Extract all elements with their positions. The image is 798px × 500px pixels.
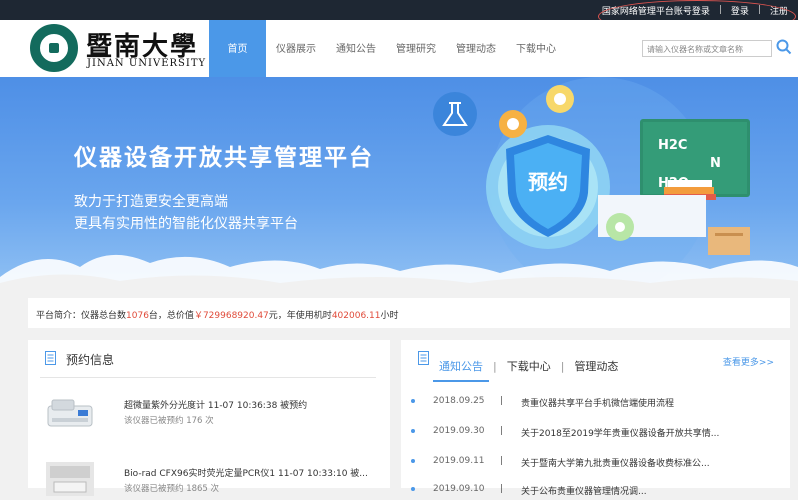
total-value: ￥729968920.47 xyxy=(193,311,269,321)
divider xyxy=(40,377,376,378)
shield-text: 预约 xyxy=(528,170,568,194)
booking-item-title[interactable]: Bio-rad CFX96实时荧光定量PCR仪1 11-07 10:33:10 … xyxy=(124,466,368,479)
tab-downloads[interactable]: 下载中心 xyxy=(501,358,557,374)
top-links: 国家网络管理平台账号登录 | 登录 | 注册 xyxy=(596,0,794,20)
university-seal-logo[interactable] xyxy=(30,24,78,72)
booking-item-count: 该仪器已被预约 1865 次 xyxy=(124,484,220,494)
booking-item-count: 该仪器已被预约 176 次 xyxy=(124,416,214,426)
banner-title: 仪器设备开放共享管理平台 xyxy=(74,145,374,171)
news-date: 2019.09.11 xyxy=(433,456,485,466)
top-bar: 国家网络管理平台账号登录 | 登录 | 注册 xyxy=(0,0,798,33)
nav-item-instruments[interactable]: 仪器展示 xyxy=(266,20,326,77)
national-platform-login-link[interactable]: 国家网络管理平台账号登录 xyxy=(596,4,716,17)
tab-notices[interactable]: 通知公告 xyxy=(433,358,489,382)
bullet-icon xyxy=(411,399,415,403)
site-header: 暨南大學 JINAN UNIVERSITY 首页 仪器展示 通知公告 管理研究 … xyxy=(0,20,798,77)
login-link[interactable]: 登录 xyxy=(725,4,755,17)
nav-item-news[interactable]: 管理动态 xyxy=(446,20,506,77)
board-text-n: N xyxy=(710,156,721,171)
booking-panel: 预约信息 超微量紫外分光度计 11-07 10:36:38 被预约 该仪器已被预… xyxy=(28,340,390,496)
platform-summary: 平台简介：仪器总台数1076台，总价值￥729968920.47元，年使用机时4… xyxy=(28,298,790,328)
register-link[interactable]: 注册 xyxy=(764,4,794,17)
main-nav: 首页 仪器展示 通知公告 管理研究 管理动态 下载中心 xyxy=(209,20,566,77)
booking-title: 预约信息 xyxy=(66,353,115,367)
document-icon xyxy=(45,351,56,365)
annual-hours: 402006.11 xyxy=(331,311,381,321)
banner-subtitle-2: 更具有实用性的智能化仪器共享平台 xyxy=(74,216,298,232)
booking-item-title[interactable]: 超微量紫外分光度计 11-07 10:36:38 被预约 xyxy=(124,398,307,411)
bullet-icon xyxy=(411,429,415,433)
brand-name-en: JINAN UNIVERSITY xyxy=(87,58,207,69)
divider: | xyxy=(500,456,504,466)
nav-item-research[interactable]: 管理研究 xyxy=(386,20,446,77)
divider: | xyxy=(500,426,504,436)
news-panel: 通知公告 | 下载中心 | 管理动态 查看更多>> 2018.09.25 | 贵… xyxy=(401,340,790,497)
hero-banner: H2C N H2O 预约 仪器设备开放共享管理平台 致力于打造更安全更高端 更具… xyxy=(0,77,798,287)
news-title[interactable]: 关于暨南大学第九批贵重仪器设备收费标准公... xyxy=(521,456,741,469)
value-unit: 元，年使用机时 xyxy=(268,311,332,321)
banner-illustration: H2C N H2O 预约 xyxy=(0,77,798,287)
news-date: 2019.09.10 xyxy=(433,484,485,494)
document-icon xyxy=(418,351,429,365)
news-title[interactable]: 关于2018至2019学年贵重仪器设备开放共享情... xyxy=(521,426,741,439)
news-title[interactable]: 贵重仪器共享平台手机微信端使用流程 xyxy=(521,396,741,409)
divider: | xyxy=(500,484,504,494)
divider: | xyxy=(757,5,761,15)
divider: | xyxy=(500,396,504,406)
nav-item-notices[interactable]: 通知公告 xyxy=(326,20,386,77)
hours-unit: 小时 xyxy=(380,311,399,321)
board-text-h2c: H2C xyxy=(658,138,687,153)
bullet-icon xyxy=(411,459,415,463)
banner-subtitle-1: 致力于打造更安全更高端 xyxy=(74,194,228,210)
divider: | xyxy=(493,359,497,373)
nav-item-home[interactable]: 首页 xyxy=(209,20,266,77)
instrument-count: 1076 xyxy=(126,311,149,321)
summary-prefix: 平台简介：仪器总台数 xyxy=(36,311,127,321)
news-tabs: 通知公告 | 下载中心 | 管理动态 xyxy=(433,350,624,382)
news-date: 2019.09.30 xyxy=(433,426,485,436)
tab-news[interactable]: 管理动态 xyxy=(568,358,624,374)
divider: | xyxy=(718,5,722,15)
spectrometer-thumbnail[interactable] xyxy=(44,392,96,434)
nav-item-downloads[interactable]: 下载中心 xyxy=(506,20,566,77)
news-title[interactable]: 关于公布贵重仪器管理情况调... xyxy=(521,484,741,497)
search-input[interactable]: 请输入仪器名称或文章名称 xyxy=(642,40,772,57)
view-more-link[interactable]: 查看更多>> xyxy=(723,355,774,368)
pcr-machine-thumbnail[interactable] xyxy=(44,458,96,500)
divider: | xyxy=(560,359,565,373)
news-date: 2018.09.25 xyxy=(433,396,485,406)
count-unit: 台，总价值 xyxy=(148,311,194,321)
search-icon[interactable] xyxy=(776,39,792,55)
